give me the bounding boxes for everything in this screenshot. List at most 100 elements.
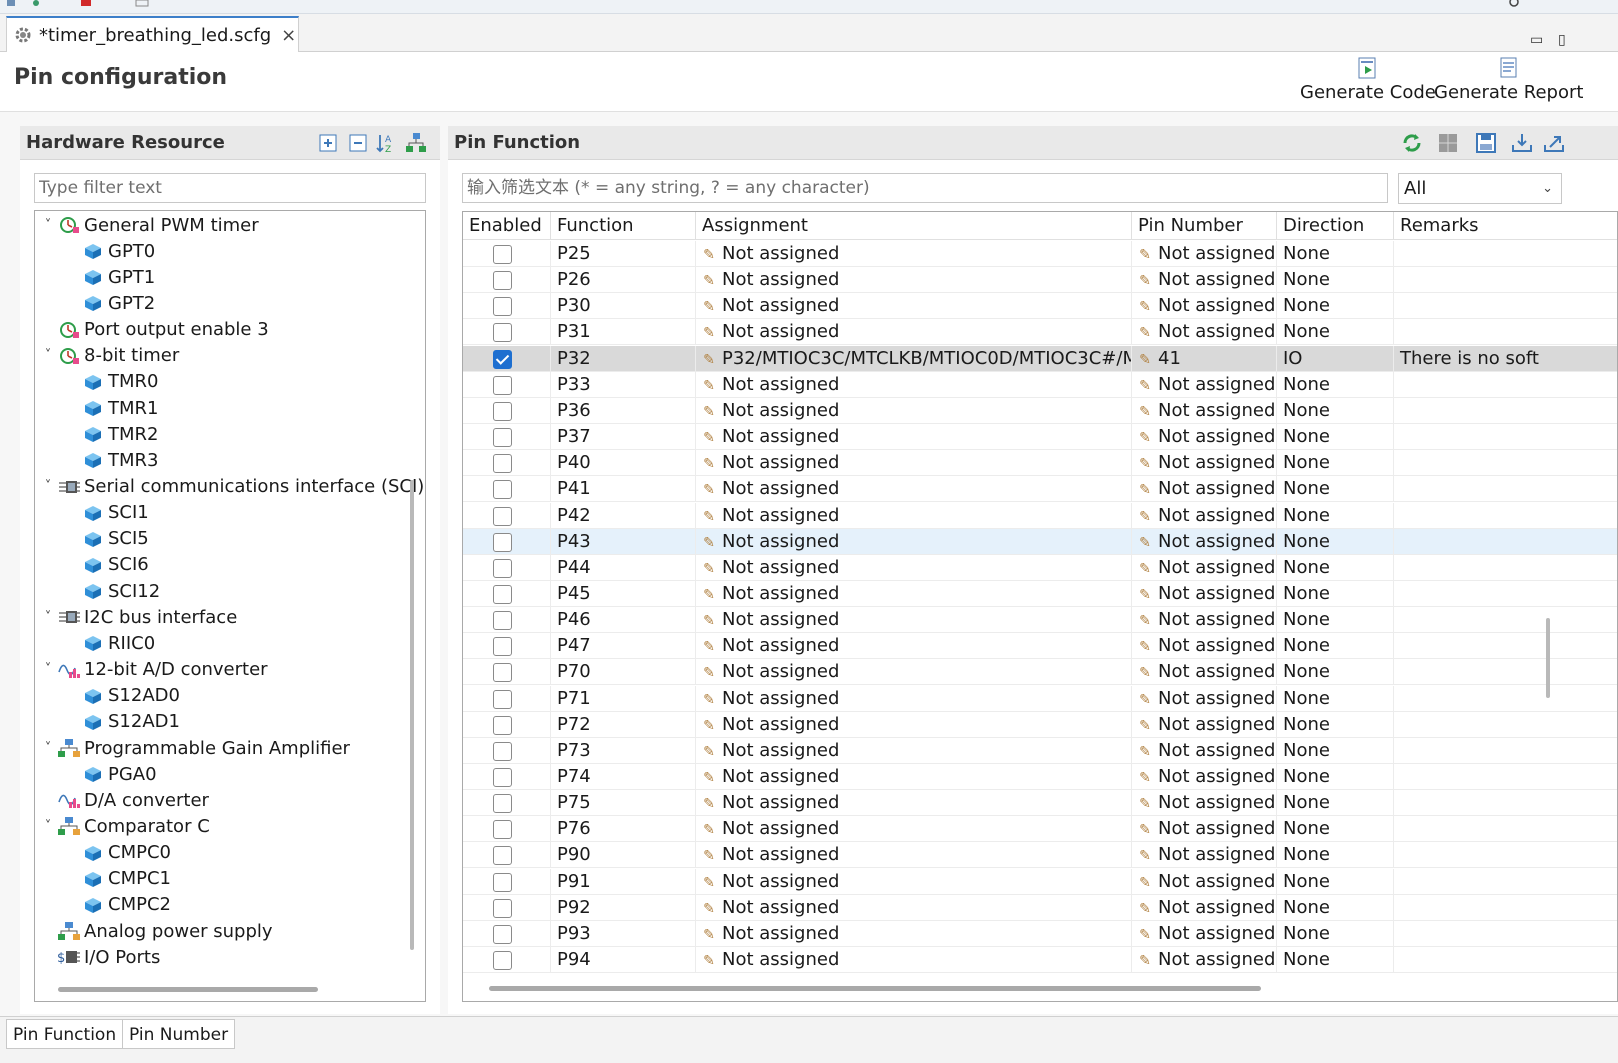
enabled-checkbox[interactable]	[493, 245, 512, 264]
enabled-checkbox[interactable]	[493, 611, 512, 631]
pin-cell[interactable]: ✎ Not assigned	[1132, 737, 1277, 764]
tree-horizontal-scrollbar[interactable]	[58, 987, 318, 992]
enabled-checkbox[interactable]	[493, 898, 512, 918]
table-row[interactable]: P93 ✎ Not assigned ✎ Not assigned None	[463, 920, 1617, 947]
assignment-cell[interactable]: ✎ Not assigned	[696, 737, 1132, 764]
grid-view-icon[interactable]	[1436, 131, 1460, 155]
assignment-cell[interactable]: ✎ Not assigned	[696, 293, 1132, 320]
pin-cell[interactable]: ✎ Not assigned	[1132, 790, 1277, 817]
collapse-all-icon[interactable]	[346, 131, 370, 155]
pin-cell[interactable]: ✎ Not assigned	[1132, 293, 1277, 320]
pin-cell[interactable]: ✎ Not assigned	[1132, 659, 1277, 686]
pin-cell[interactable]: ✎ Not assigned	[1132, 894, 1277, 921]
pin-cell[interactable]: ✎ Not assigned	[1132, 267, 1277, 294]
tree-group[interactable]: Port output enable 3	[39, 317, 269, 343]
chevron-down-icon[interactable]: ˅	[39, 819, 57, 834]
table-row[interactable]: P70 ✎ Not assigned ✎ Not assigned None	[463, 659, 1617, 686]
table-row[interactable]: P45 ✎ Not assigned ✎ Not assigned None	[463, 580, 1617, 607]
column-header-enabled[interactable]: Enabled	[463, 212, 551, 240]
tree-group[interactable]: ˅ 12-bit A/D converter	[39, 657, 268, 683]
enabled-checkbox[interactable]	[493, 401, 512, 421]
generate-report-button[interactable]: Generate Report	[1434, 56, 1583, 103]
assignment-cell[interactable]: ✎ P32/MTIOC3C/MTCLKB/MTIOC0D/MTIOC3C#/M	[696, 345, 1132, 372]
tree-item[interactable]: TMR2	[63, 421, 158, 447]
tree-group[interactable]: D/A converter	[39, 787, 209, 813]
pin-cell[interactable]: ✎ Not assigned	[1132, 476, 1277, 503]
save-list-icon[interactable]	[1474, 131, 1498, 155]
table-row[interactable]: P90 ✎ Not assigned ✎ Not assigned None	[463, 842, 1617, 869]
pin-cell[interactable]: ✎ Not assigned	[1132, 424, 1277, 451]
table-row[interactable]: P74 ✎ Not assigned ✎ Not assigned None	[463, 764, 1617, 790]
table-row[interactable]: P40 ✎ Not assigned ✎ Not assigned None	[463, 450, 1617, 477]
tree-item[interactable]: CMPC1	[63, 866, 171, 892]
pin-cell[interactable]: ✎ Not assigned	[1132, 319, 1277, 346]
pin-cell[interactable]: ✎ Not assigned	[1132, 764, 1277, 790]
table-row[interactable]: P71 ✎ Not assigned ✎ Not assigned None	[463, 685, 1617, 712]
assignment-cell[interactable]: ✎ Not assigned	[696, 920, 1132, 947]
table-row[interactable]: P36 ✎ Not assigned ✎ Not assigned None	[463, 397, 1617, 424]
tree-group[interactable]: ˅ 8-bit timer	[39, 343, 179, 369]
pin-filter-combo[interactable]: All ⌄	[1398, 173, 1562, 204]
table-row[interactable]: P31 ✎ Not assigned ✎ Not assigned None	[463, 319, 1617, 346]
toolbar-icon[interactable]	[30, 0, 42, 8]
editor-tab[interactable]: *timer_breathing_led.scfg ×	[6, 16, 299, 52]
assignment-cell[interactable]: ✎ Not assigned	[696, 764, 1132, 790]
pin-filter-input[interactable]	[462, 173, 1388, 203]
table-row[interactable]: P26 ✎ Not assigned ✎ Not assigned None	[463, 267, 1617, 294]
assignment-cell[interactable]: ✎ Not assigned	[696, 528, 1132, 555]
tree-group[interactable]: Analog power supply	[39, 918, 273, 944]
import-icon[interactable]	[1510, 131, 1534, 155]
enabled-checkbox[interactable]	[493, 480, 512, 500]
toolbar-icon[interactable]	[80, 0, 92, 8]
table-row[interactable]: P25 ✎ Not assigned ✎ Not assigned None	[463, 241, 1617, 267]
enabled-checkbox[interactable]	[493, 689, 512, 709]
enabled-checkbox[interactable]	[493, 846, 512, 866]
table-horizontal-scrollbar[interactable]	[489, 986, 1261, 991]
table-row[interactable]: P30 ✎ Not assigned ✎ Not assigned None	[463, 293, 1617, 320]
pin-cell[interactable]: ✎ Not assigned	[1132, 580, 1277, 607]
hierarchy-icon[interactable]	[404, 131, 428, 155]
enabled-checkbox[interactable]	[493, 820, 512, 840]
pin-cell[interactable]: ✎ 41	[1132, 345, 1277, 372]
table-row[interactable]: P41 ✎ Not assigned ✎ Not assigned None	[463, 476, 1617, 503]
pin-cell[interactable]: ✎ Not assigned	[1132, 947, 1277, 974]
table-row[interactable]: P47 ✎ Not assigned ✎ Not assigned None	[463, 633, 1617, 660]
assignment-cell[interactable]: ✎ Not assigned	[696, 659, 1132, 686]
column-header-assignment[interactable]: Assignment	[696, 212, 1132, 240]
column-header-pin-number[interactable]: Pin Number	[1132, 212, 1277, 240]
assignment-cell[interactable]: ✎ Not assigned	[696, 894, 1132, 921]
pin-cell[interactable]: ✎ Not assigned	[1132, 450, 1277, 477]
tree-item[interactable]: TMR1	[63, 395, 158, 421]
enabled-checkbox[interactable]	[493, 768, 512, 787]
assignment-cell[interactable]: ✎ Not assigned	[696, 633, 1132, 660]
table-row[interactable]: P73 ✎ Not assigned ✎ Not assigned None	[463, 737, 1617, 764]
tree-item[interactable]: S12AD1	[63, 709, 180, 735]
assignment-cell[interactable]: ✎ Not assigned	[696, 476, 1132, 503]
toolbar-icon[interactable]	[135, 0, 149, 8]
tree-item[interactable]: SCI6	[63, 552, 149, 578]
tree-item[interactable]: CMPC0	[63, 840, 171, 866]
tree-item[interactable]: GPT1	[63, 264, 155, 290]
pin-cell[interactable]: ✎ Not assigned	[1132, 711, 1277, 738]
chevron-down-icon[interactable]: ˅	[39, 610, 57, 625]
chevron-down-icon[interactable]: ˅	[39, 741, 57, 756]
pin-cell[interactable]: ✎ Not assigned	[1132, 607, 1277, 634]
table-row[interactable]: P76 ✎ Not assigned ✎ Not assigned None	[463, 816, 1617, 843]
enabled-checkbox[interactable]	[493, 924, 512, 944]
enabled-checkbox[interactable]	[493, 428, 512, 448]
table-row[interactable]: P94 ✎ Not assigned ✎ Not assigned None	[463, 947, 1617, 974]
enabled-checkbox[interactable]	[493, 794, 512, 814]
pin-cell[interactable]: ✎ Not assigned	[1132, 816, 1277, 843]
assignment-cell[interactable]: ✎ Not assigned	[696, 816, 1132, 843]
restore-icon[interactable]: ▯	[1558, 32, 1566, 48]
enabled-checkbox[interactable]	[493, 558, 512, 578]
enabled-checkbox[interactable]	[493, 454, 512, 474]
pin-cell[interactable]: ✎ Not assigned	[1132, 371, 1277, 398]
assignment-cell[interactable]: ✎ Not assigned	[696, 947, 1132, 974]
generate-code-button[interactable]: Generate Code	[1300, 56, 1436, 103]
enabled-checkbox[interactable]	[493, 584, 512, 604]
pin-cell[interactable]: ✎ Not assigned	[1132, 397, 1277, 424]
assignment-cell[interactable]: ✎ Not assigned	[696, 397, 1132, 424]
assignment-cell[interactable]: ✎ Not assigned	[696, 711, 1132, 738]
assignment-cell[interactable]: ✎ Not assigned	[696, 241, 1132, 267]
